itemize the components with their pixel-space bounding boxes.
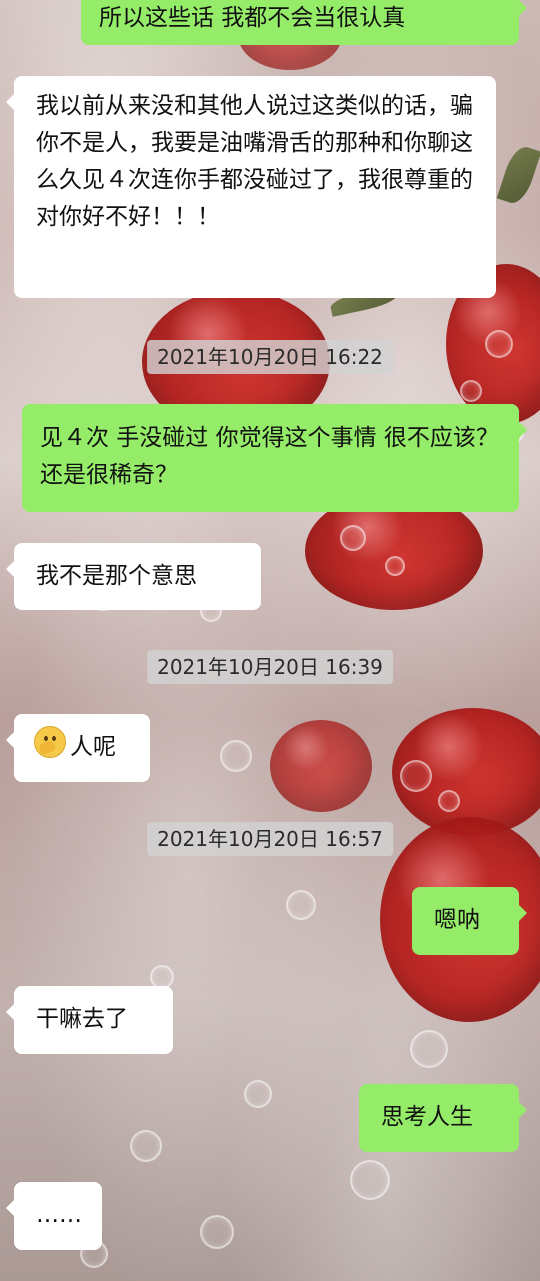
message-received-1[interactable]: 我以前从来没和其他人说过这类似的话，骗你不是人，我要是油嘴滑舌的那种和你聊这么久… — [6, 76, 496, 298]
message-received-5-text: …… — [36, 1202, 82, 1228]
message-received-5[interactable]: …… — [6, 1182, 102, 1250]
message-received-1-text: 我以前从来没和其他人说过这类似的话，骗你不是人，我要是油嘴滑舌的那种和你聊这么久… — [36, 93, 473, 230]
message-received-4-text: 干嘛去了 — [36, 1006, 128, 1032]
timestamp-2: 2021年10月20日 16:39 — [147, 650, 393, 684]
message-partial-top-text: 所以这些话 我都不会当很认真 — [99, 5, 406, 31]
message-received-2-text: 我不是那个意思 — [36, 563, 197, 589]
message-sent-3[interactable]: 思考人生 — [359, 1084, 527, 1152]
timestamp-1: 2021年10月20日 16:22 — [147, 340, 393, 374]
message-sent-1-body[interactable]: 见４次 手没碰过 你觉得这个事情 很不应该？ 还是很稀奇？ — [22, 404, 527, 512]
message-received-3[interactable]: 人呢 — [6, 714, 150, 782]
timestamp-3: 2021年10月20日 16:57 — [147, 822, 393, 856]
message-partial-top[interactable]: 所以这些话 我都不会当很认真 — [81, 0, 527, 45]
message-sent-3-text: 思考人生 — [381, 1104, 473, 1130]
message-sent-1-text: 见４次 手没碰过 你觉得这个事情 很不应该？ 还是很稀奇？ — [40, 425, 499, 488]
message-sent-2-text: 嗯呐 — [434, 907, 480, 933]
message-sent-2[interactable]: 嗯呐 — [412, 887, 527, 955]
message-received-2[interactable]: 我不是那个意思 — [6, 543, 261, 610]
message-received-3-text: 人呢 — [70, 734, 116, 760]
message-received-4[interactable]: 干嘛去了 — [6, 986, 173, 1054]
